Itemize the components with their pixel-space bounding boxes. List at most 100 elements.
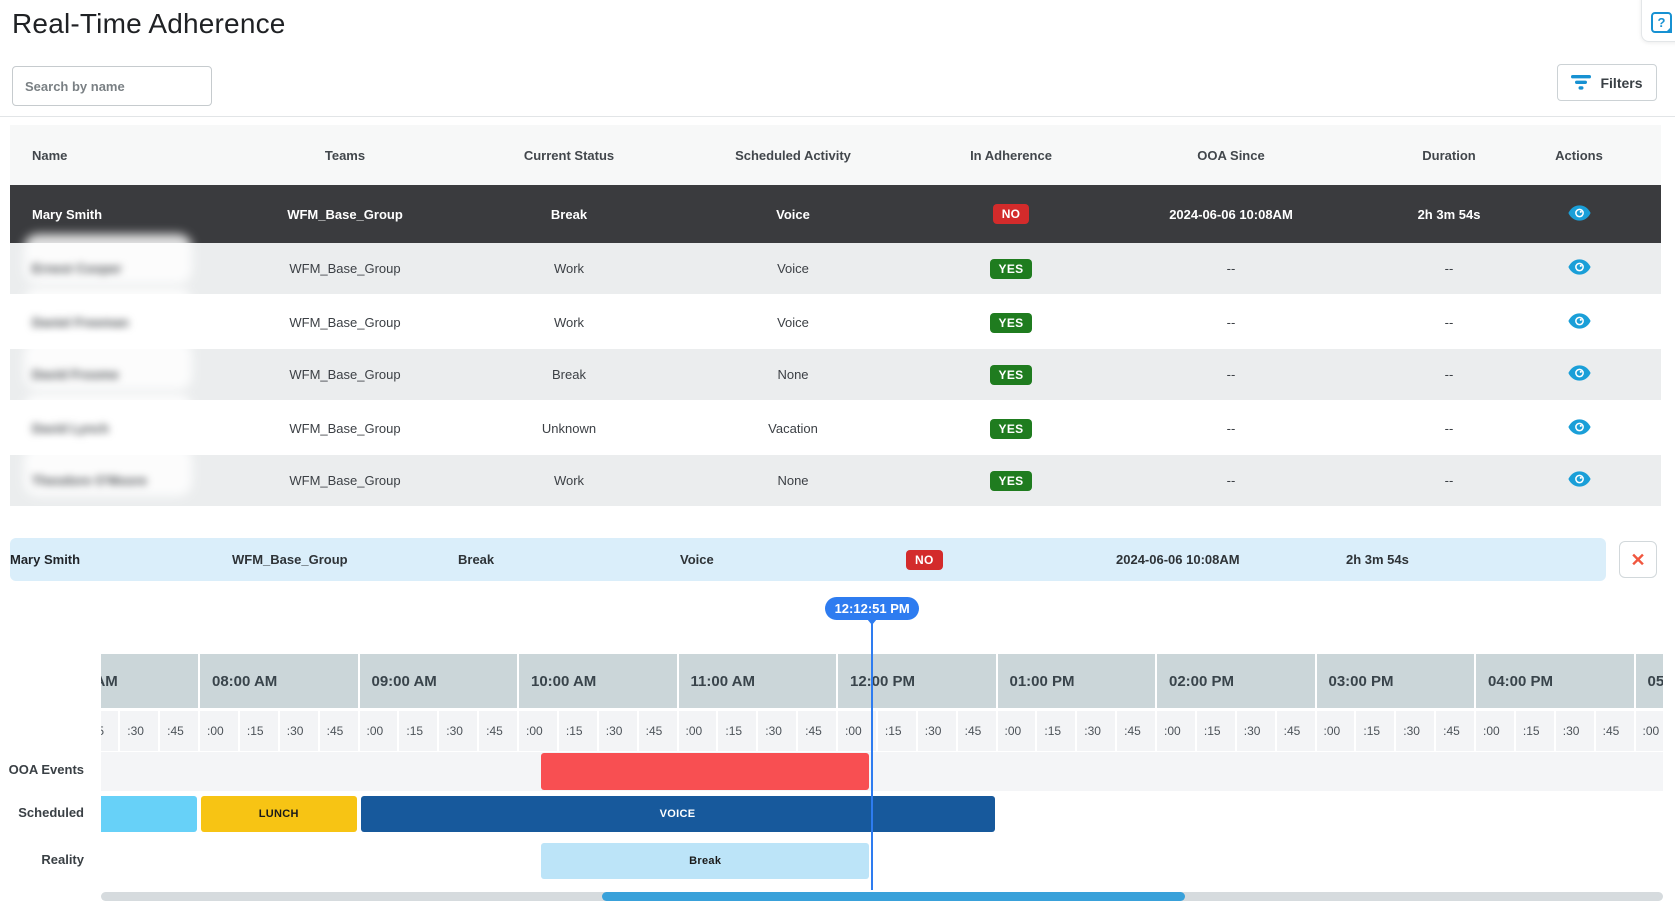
filters-label: Filters <box>1600 75 1642 91</box>
table-row[interactable]: Theodore O'MooreWFM_Base_GroupWorkNoneYE… <box>10 455 1661 508</box>
adherence-badge: YES <box>990 419 1033 439</box>
quarter-tick: :30 <box>1077 711 1115 751</box>
table-row[interactable]: Daniel FreemanWFM_Base_GroupWorkVoiceYES… <box>10 296 1661 349</box>
reality-row-label: Reality <box>0 852 84 867</box>
scheduled-activity: Voice <box>680 552 906 567</box>
quarter-tick: :45 <box>798 711 836 751</box>
ooa-since: -- <box>1116 473 1346 488</box>
view-agent-button[interactable] <box>1564 203 1595 226</box>
quarter-tick: :00 <box>200 711 238 751</box>
current-status: Break <box>458 367 680 382</box>
quarter-tick: :00 <box>1476 711 1514 751</box>
ooa-since: 2024-06-06 10:08AM <box>1116 207 1346 222</box>
quarter-tick: :45 <box>1277 711 1315 751</box>
hour-cell: 08:00 AM <box>200 654 358 708</box>
help-button[interactable]: ? <box>1641 0 1675 42</box>
hour-cell: 01:00 PM <box>998 654 1156 708</box>
filters-button[interactable]: Filters <box>1557 64 1657 101</box>
agent-team: WFM_Base_Group <box>232 421 458 436</box>
quarter-tick: :45 <box>1117 711 1155 751</box>
column-header: Current Status <box>458 148 680 163</box>
agent-name: Theodore O'Moore <box>32 473 147 488</box>
reality-bar: Break <box>541 843 869 879</box>
privacy-blur <box>24 394 192 444</box>
ooa-since: -- <box>1116 315 1346 330</box>
quarter-tick: :30 <box>1556 711 1594 751</box>
quarter-tick: :30 <box>120 711 158 751</box>
duration: -- <box>1346 261 1552 276</box>
quarter-tick: :00 <box>1317 711 1355 751</box>
hour-cell: 04:00 PM <box>1476 654 1634 708</box>
close-detail-button[interactable]: ✕ <box>1619 541 1657 578</box>
duration: 2h 3m 54s <box>1346 207 1552 222</box>
eye-icon <box>1568 205 1591 221</box>
view-agent-button[interactable] <box>1564 363 1595 386</box>
column-header: OOA Since <box>1116 148 1346 163</box>
eye-icon <box>1568 419 1591 435</box>
quarter-tick: :45 <box>1436 711 1474 751</box>
current-time-line <box>871 620 873 890</box>
quarter-tick: :00 <box>519 711 557 751</box>
search-input[interactable] <box>12 66 212 106</box>
agent-team: WFM_Base_Group <box>232 473 458 488</box>
scheduled-activity: Voice <box>680 315 906 330</box>
quarter-tick: :15 <box>240 711 278 751</box>
column-header: In Adherence <box>906 148 1116 163</box>
quarter-tick: :45 <box>958 711 996 751</box>
hour-cell: 09:00 AM <box>360 654 518 708</box>
current-status: Work <box>458 315 680 330</box>
table-row[interactable]: David LynchWFM_Base_GroupUnknownVacation… <box>10 402 1661 455</box>
ooa-since: 2024-06-06 10:08AM <box>1116 552 1346 567</box>
current-status: Unknown <box>458 421 680 436</box>
filter-icon <box>1571 75 1591 90</box>
scheduled-activity: Vacation <box>680 421 906 436</box>
timeline-scrollbar-track[interactable] <box>101 892 1663 901</box>
adherence-badge: YES <box>990 313 1033 333</box>
duration: 2h 3m 54s <box>1346 552 1552 567</box>
quarter-tick: :00 <box>998 711 1036 751</box>
current-time-pill-tail <box>867 619 877 625</box>
scheduled-activity: Voice <box>680 207 906 222</box>
view-agent-button[interactable] <box>1564 257 1595 280</box>
ooa-event-bar <box>541 753 869 790</box>
scheduled-bar <box>101 796 197 832</box>
hour-cell: 10:00 AM <box>519 654 677 708</box>
quarter-tick: :30 <box>1396 711 1434 751</box>
adherence-badge: NO <box>993 204 1030 224</box>
quarter-tick: :15 <box>559 711 597 751</box>
scheduled-bar: LUNCH <box>201 796 357 832</box>
agent-team: WFM_Base_Group <box>232 552 458 567</box>
quarter-tick: :15 <box>1037 711 1075 751</box>
ooa-since: -- <box>1116 261 1346 276</box>
quarter-tick: :30 <box>918 711 956 751</box>
duration: -- <box>1346 421 1552 436</box>
view-agent-button[interactable] <box>1564 469 1595 492</box>
scheduled-row-label: Scheduled <box>0 805 84 820</box>
hour-cell: 12:00 PM <box>838 654 996 708</box>
view-agent-button[interactable] <box>1564 311 1595 334</box>
ooa-events-row-label: OOA Events <box>0 762 84 777</box>
current-status: Break <box>458 207 680 222</box>
current-time-label: 12:12:51 PM <box>835 601 910 616</box>
timeline-scrollbar-thumb[interactable] <box>602 892 1185 901</box>
quarter-tick: :30 <box>439 711 477 751</box>
current-status: Work <box>458 473 680 488</box>
view-agent-button[interactable] <box>1564 417 1595 440</box>
agent-team: WFM_Base_Group <box>232 315 458 330</box>
quarter-tick: :00 <box>679 711 717 751</box>
eye-icon <box>1568 259 1591 275</box>
quarter-tick: :15 <box>878 711 916 751</box>
table-row[interactable]: David FroomeWFM_Base_GroupBreakNoneYES--… <box>10 349 1661 402</box>
agent-team: WFM_Base_Group <box>232 367 458 382</box>
selected-agent-detail-row: Mary SmithWFM_Base_GroupBreakVoiceNO2024… <box>10 538 1606 581</box>
table-row[interactable]: Ernest CooperWFM_Base_GroupWorkVoiceYES-… <box>10 243 1661 296</box>
agent-team: WFM_Base_Group <box>232 207 458 222</box>
ooa-since: -- <box>1116 367 1346 382</box>
quarter-tick: :45 <box>639 711 677 751</box>
ooa-events-track <box>101 752 1663 791</box>
section-divider <box>0 116 1675 117</box>
quarter-tick: :15 <box>399 711 437 751</box>
table-row[interactable]: Mary SmithWFM_Base_GroupBreakVoiceNO2024… <box>10 185 1661 243</box>
duration: -- <box>1346 315 1552 330</box>
adherence-badge: YES <box>990 365 1033 385</box>
